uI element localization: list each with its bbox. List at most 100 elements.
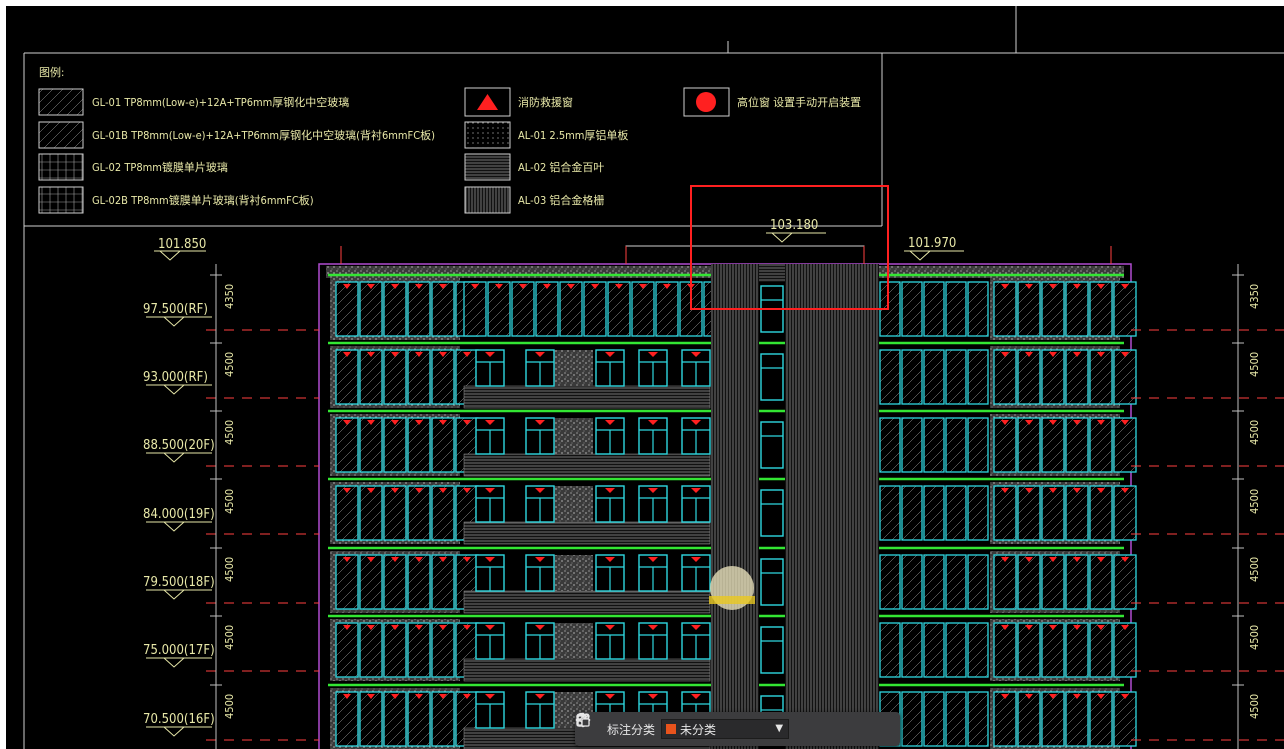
window-pane — [993, 281, 1017, 337]
wall-panel — [551, 418, 593, 454]
window-pane — [1065, 417, 1089, 473]
wall-panel — [551, 623, 593, 659]
legend-panel: 图例: GL-01 TP8mm(Low-e)+12A+TP6mm厚钢化中空玻璃 … — [38, 65, 861, 214]
window-pane — [1017, 485, 1041, 541]
window-pane — [967, 691, 989, 747]
window-pane — [967, 554, 989, 610]
window-pane — [967, 349, 989, 405]
window-pane — [945, 622, 967, 678]
copy-icon[interactable] — [577, 713, 861, 740]
legend-swatch-gl01b — [38, 121, 84, 149]
annotation-category-label: 标注分类 — [607, 722, 656, 737]
window-pane — [583, 281, 607, 337]
window-pane — [1017, 281, 1041, 337]
building-facade[interactable] — [318, 263, 1137, 749]
legend-swatch-al03 — [464, 186, 511, 214]
level-label: 84.000(19F) — [143, 507, 215, 522]
legend-item-al02: AL-02 铝合金百叶 — [518, 160, 604, 174]
window-pane — [1017, 691, 1041, 747]
window-pane — [1089, 417, 1113, 473]
window-pane — [431, 417, 455, 473]
window-pane — [1065, 281, 1089, 337]
window-pane — [993, 554, 1017, 610]
window-pane — [407, 417, 431, 473]
window-pane — [431, 691, 455, 747]
window-pane — [923, 349, 945, 405]
window-frame — [760, 353, 784, 401]
window-pane — [1113, 349, 1137, 405]
window-pane — [1041, 554, 1065, 610]
window-pane — [923, 485, 945, 541]
window-pane — [945, 485, 967, 541]
legend-item-gl01: GL-01 TP8mm(Low-e)+12A+TP6mm厚钢化中空玻璃 — [92, 95, 349, 109]
paste-icon[interactable] — [576, 712, 883, 740]
window-pane — [1089, 485, 1113, 541]
window-pane — [1065, 349, 1089, 405]
window-pane — [1065, 554, 1089, 610]
window-pane — [431, 622, 455, 678]
window-pane — [335, 485, 359, 541]
elevation-symbol — [162, 521, 186, 532]
window-pane — [1089, 622, 1113, 678]
category-dropdown[interactable]: 未分类 ▼ — [661, 719, 790, 739]
window-pane — [359, 554, 383, 610]
window-pane — [407, 691, 431, 747]
cad-drawing-canvas[interactable]: 图例: GL-01 TP8mm(Low-e)+12A+TP6mm厚钢化中空玻璃 … — [6, 6, 1284, 749]
elevation-symbol — [908, 250, 932, 261]
window-pane — [923, 417, 945, 473]
window-pane — [407, 281, 431, 337]
dimension-left: 4500 — [223, 625, 236, 650]
window-pane — [1065, 485, 1089, 541]
roof-louver — [759, 264, 785, 282]
window-pane — [1017, 417, 1041, 473]
window-pane — [945, 281, 967, 337]
window-pane — [407, 485, 431, 541]
window-pane — [631, 281, 655, 337]
elevation-top-center: 103.180 — [770, 218, 818, 233]
window-pane — [879, 485, 901, 541]
window-pane — [901, 349, 923, 405]
elevation-top-left: 101.850 — [158, 237, 206, 252]
dimension-right: 4500 — [1248, 420, 1261, 445]
window-pane — [879, 417, 901, 473]
legend-swatch-al01 — [464, 121, 511, 149]
window-pane — [879, 622, 901, 678]
move-icon[interactable] — [575, 712, 839, 740]
window-pane — [1041, 622, 1065, 678]
window-pane — [335, 281, 359, 337]
dimension-right: 4500 — [1248, 625, 1261, 650]
window-pane — [901, 622, 923, 678]
louver-band — [463, 385, 711, 409]
window-pane — [993, 622, 1017, 678]
dimension-left: 4500 — [223, 694, 236, 719]
window-pane — [1089, 349, 1113, 405]
edit-icon[interactable] — [577, 714, 817, 740]
window-pane — [655, 281, 679, 337]
window-pane — [431, 281, 455, 337]
dimension-right: 4500 — [1248, 489, 1261, 514]
window-pane — [359, 622, 383, 678]
window-pane — [1113, 417, 1137, 473]
window-pane — [901, 281, 923, 337]
wall-panel — [551, 555, 593, 591]
dimension-right: 4500 — [1248, 557, 1261, 582]
level-label: 93.000(RF) — [143, 370, 208, 385]
window-pane — [1065, 622, 1089, 678]
window-pane — [993, 485, 1017, 541]
elevation-drawing[interactable]: 图例: GL-01 TP8mm(Low-e)+12A+TP6mm厚钢化中空玻璃 … — [6, 6, 1284, 749]
window-pane — [1113, 281, 1137, 337]
level-label: 88.500(20F) — [143, 438, 215, 453]
category-value: 未分类 — [680, 722, 717, 737]
category-color-swatch — [666, 724, 677, 734]
level-label: 79.500(18F) — [143, 575, 215, 590]
window-pane — [901, 691, 923, 747]
legend-item-al03: AL-03 铝合金格栅 — [518, 193, 604, 207]
elevation-symbol — [158, 250, 182, 261]
window-pane — [1113, 485, 1137, 541]
louver-band — [463, 521, 711, 545]
elevation-symbol — [162, 657, 186, 668]
legend-item-al01: AL-01 2.5mm厚铝单板 — [518, 128, 628, 142]
window-pane — [359, 281, 383, 337]
window-pane — [383, 417, 407, 473]
window-frame — [760, 421, 784, 469]
